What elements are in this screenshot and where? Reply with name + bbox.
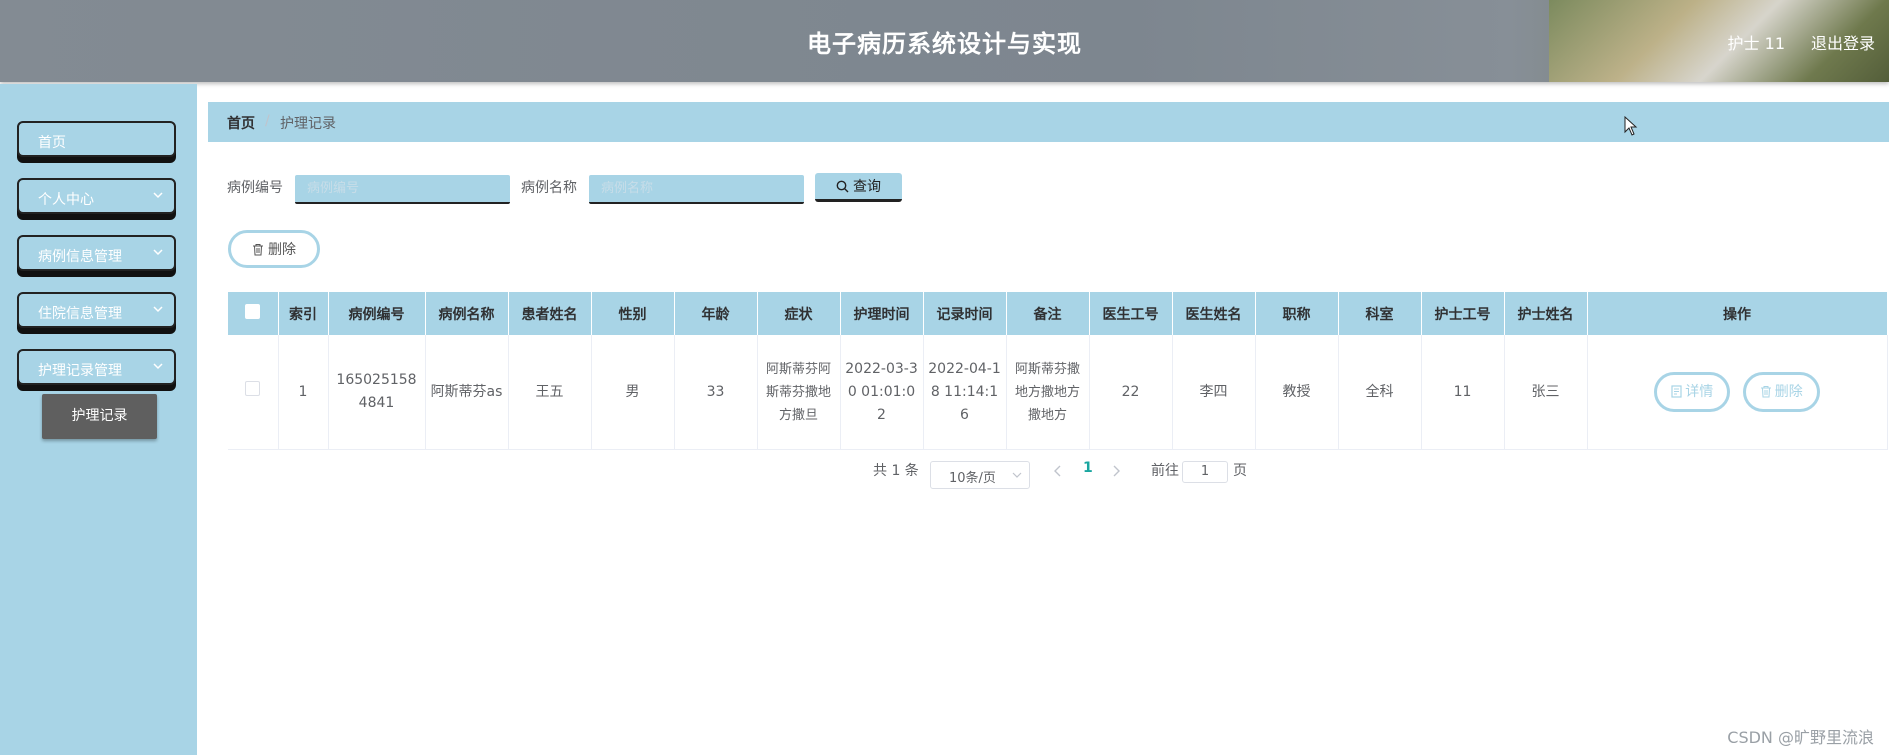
column-header[interactable]: 记录时间: [923, 292, 1007, 335]
goto-prefix: 前往: [1151, 463, 1179, 479]
batch-delete-label: 删除: [268, 242, 296, 258]
cell-doctor-no: 22: [1089, 335, 1173, 450]
page-size-value: 10条/页: [949, 471, 996, 486]
prev-page-icon[interactable]: [1053, 465, 1063, 477]
column-header[interactable]: 病例编号: [328, 292, 426, 335]
current-user: 护士 11: [1727, 34, 1785, 53]
column-header: 操作: [1587, 292, 1888, 335]
watermark-text: CSDN @旷野里流浪: [1727, 728, 1874, 747]
row-checkbox[interactable]: [245, 380, 261, 396]
cell-record-time: 2022-04-18 11:14:16: [923, 335, 1007, 450]
trash-icon: [1760, 386, 1771, 398]
column-header[interactable]: 症状: [757, 292, 841, 335]
mouse-cursor-icon: [1624, 116, 1638, 136]
column-header[interactable]: 医生工号: [1089, 292, 1173, 335]
case-no-input[interactable]: [295, 175, 510, 204]
detail-button[interactable]: 详情: [1654, 372, 1731, 412]
top-header: 电子病历系统设计与实现 护士 11 退出登录: [0, 0, 1889, 82]
goto-page-input[interactable]: 1: [1182, 461, 1228, 483]
column-header[interactable]: 病例名称: [425, 292, 509, 335]
breadcrumb-current: 护理记录: [280, 116, 336, 132]
chevron-down-icon: [1012, 472, 1022, 478]
pagination-total: 共 1 条: [873, 463, 919, 479]
chevron-down-icon: [153, 363, 163, 370]
page-size-select[interactable]: 10条/页: [930, 461, 1030, 489]
chevron-down-icon: [153, 192, 163, 199]
app-title: 电子病历系统设计与实现: [807, 30, 1082, 58]
current-page[interactable]: 1: [1083, 460, 1093, 476]
sidebar-item-case-management[interactable]: 病例信息管理: [17, 235, 176, 271]
batch-delete-button[interactable]: 删除: [228, 230, 320, 268]
cell-title: 教授: [1255, 335, 1339, 450]
column-header[interactable]: 护理时间: [840, 292, 924, 335]
nursing-record-table: 索引 病例编号 病例名称 患者姓名 性别 年龄 症状 护理时间 记录时间 备注 …: [228, 292, 1888, 450]
column-header[interactable]: 职称: [1255, 292, 1339, 335]
cell-gender: 男: [591, 335, 675, 450]
document-icon: [1671, 385, 1682, 398]
search-icon: [836, 180, 849, 193]
select-all-cell[interactable]: [228, 292, 279, 335]
cell-case-name: 阿斯蒂芬as: [425, 335, 509, 450]
cell-patient-name: 王五: [508, 335, 592, 450]
column-header[interactable]: 性别: [591, 292, 675, 335]
trash-icon: [253, 244, 263, 256]
chevron-down-icon: [153, 306, 163, 313]
sidebar-item-personal-center[interactable]: 个人中心: [17, 178, 176, 214]
column-header[interactable]: 护士工号: [1421, 292, 1505, 335]
row-delete-label: 删除: [1774, 384, 1803, 400]
query-button-label: 查询: [853, 179, 881, 195]
column-header[interactable]: 护士姓名: [1504, 292, 1588, 335]
case-name-input[interactable]: [589, 175, 804, 204]
logout-link[interactable]: 退出登录: [1811, 30, 1875, 54]
sidebar-item-label: 首页: [38, 135, 66, 151]
cell-nurse-name: 张三: [1504, 335, 1588, 450]
column-header[interactable]: 年龄: [674, 292, 758, 335]
sidebar-item-label: 个人中心: [38, 192, 94, 208]
cell-index: 1: [278, 335, 329, 450]
sidebar-item-label: 病例信息管理: [38, 249, 122, 265]
cell-doctor-name: 李四: [1172, 335, 1256, 450]
query-button[interactable]: 查询: [815, 173, 902, 202]
breadcrumb-separator: /: [265, 113, 270, 129]
cell-actions: 详情 删除: [1587, 335, 1888, 450]
sidebar-item-inpatient-management[interactable]: 住院信息管理: [17, 292, 176, 328]
column-header[interactable]: 医生姓名: [1172, 292, 1256, 335]
cell-symptom: 阿斯蒂芬阿斯蒂芬撒地方撒旦: [757, 335, 841, 450]
case-no-label: 病例编号: [227, 180, 283, 196]
select-all-checkbox[interactable]: [245, 304, 261, 319]
sidebar-item-label: 护理记录管理: [38, 363, 122, 379]
detail-button-label: 详情: [1685, 384, 1714, 400]
next-page-icon[interactable]: [1111, 465, 1121, 477]
cell-case-no: 1650251584841: [328, 335, 426, 450]
table-header-row: 索引 病例编号 病例名称 患者姓名 性别 年龄 症状 护理时间 记录时间 备注 …: [228, 292, 1888, 335]
case-name-label: 病例名称: [521, 180, 577, 196]
breadcrumb-home[interactable]: 首页: [227, 113, 255, 133]
sidebar-item-nursing-record-management[interactable]: 护理记录管理: [17, 349, 176, 385]
sidebar-item-label: 住院信息管理: [38, 306, 122, 322]
table-row: 1 1650251584841 阿斯蒂芬as 王五 男 33 阿斯蒂芬阿斯蒂芬撒…: [228, 335, 1888, 450]
sidebar-subitem-nursing-record[interactable]: 护理记录: [42, 394, 157, 439]
row-delete-button[interactable]: 删除: [1742, 372, 1820, 412]
column-header[interactable]: 索引: [278, 292, 329, 335]
cell-care-time: 2022-03-30 01:01:02: [840, 335, 924, 450]
column-header[interactable]: 科室: [1338, 292, 1422, 335]
chevron-down-icon: [153, 249, 163, 256]
column-header[interactable]: 备注: [1006, 292, 1090, 335]
cell-remark: 阿斯蒂芬撒地方撒地方撒地方: [1006, 335, 1090, 450]
cell-nurse-no: 11: [1421, 335, 1505, 450]
row-select-cell[interactable]: [228, 335, 279, 450]
sidebar-item-home[interactable]: 首页: [17, 121, 176, 157]
column-header[interactable]: 患者姓名: [508, 292, 592, 335]
goto-suffix: 页: [1233, 463, 1247, 479]
cell-dept: 全科: [1338, 335, 1422, 450]
cell-age: 33: [674, 335, 758, 450]
